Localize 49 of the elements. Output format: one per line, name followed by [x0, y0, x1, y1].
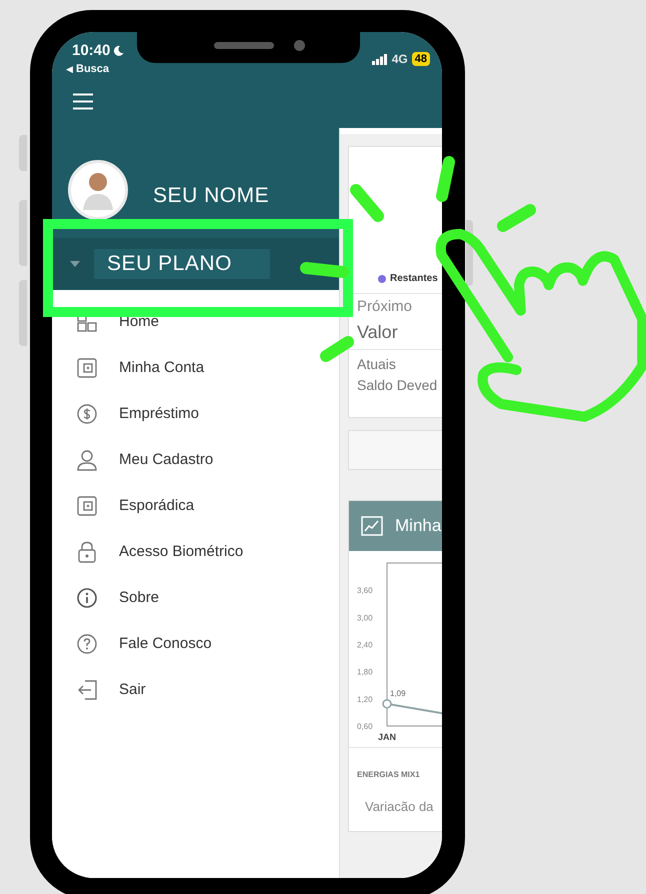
status-time: 10:40	[72, 41, 110, 61]
value-label: 1,09	[390, 688, 406, 698]
wallet-icon	[76, 495, 98, 517]
menu-item[interactable]: Meu Cadastro	[119, 448, 214, 472]
data-point	[382, 699, 392, 709]
y-tick-label: 3,60	[357, 586, 373, 596]
wallet-icon	[76, 357, 98, 379]
plan-selector[interactable]: SEU PLANO	[52, 238, 339, 290]
person-silhouette-icon	[81, 170, 115, 210]
menu-item[interactable]: Sair	[119, 678, 146, 702]
plan-name: SEU PLANO	[94, 249, 270, 279]
back-arrow[interactable]: ◀	[66, 62, 73, 76]
menu-item[interactable]: Empréstimo	[119, 402, 200, 426]
network-type: 4G	[392, 51, 408, 68]
back-link[interactable]: Busca	[76, 61, 110, 78]
info-icon	[76, 587, 98, 609]
user-icon	[76, 449, 98, 471]
value-label: Valor	[349, 318, 442, 350]
exit-icon	[76, 679, 98, 701]
legend-label: Restantes	[390, 272, 438, 286]
chart-caption: Variacão da	[364, 798, 434, 816]
x-tick-label: JAN	[378, 732, 396, 742]
menu-item[interactable]: Minha Conta	[119, 356, 204, 380]
dollar-icon	[76, 403, 98, 425]
balance-label: Saldo Deved	[356, 376, 438, 394]
menu-item[interactable]: Home	[119, 310, 160, 334]
y-tick-label: 0,60	[357, 722, 373, 731]
caret-icon	[70, 261, 80, 267]
lock-icon	[76, 541, 98, 563]
menu-item[interactable]: Acesso Biométrico	[119, 540, 244, 564]
y-tick-label: 3,00	[357, 613, 373, 622]
current-label: Atuais	[356, 354, 397, 374]
line-chart-icon	[361, 516, 383, 536]
fund-name: ENERGIAS MIX1	[357, 770, 420, 779]
y-tick-label: 2,40	[357, 640, 373, 650]
battery-level: 48	[412, 52, 430, 66]
y-tick-label: 1,20	[357, 694, 373, 704]
moon-icon	[113, 45, 124, 58]
menu-item[interactable]: Esporádica	[119, 494, 194, 518]
chart-title: Minha	[395, 515, 442, 538]
menu-item[interactable]: Sobre	[119, 586, 160, 610]
speaker-grille	[214, 42, 274, 49]
menu-item[interactable]: Fale Conosco	[119, 632, 212, 656]
signal-icon	[372, 54, 388, 64]
menu-icon[interactable]	[73, 93, 93, 110]
user-name: SEU NOME	[153, 183, 270, 209]
y-tick-label: 1,80	[357, 668, 373, 677]
next-label: Próximo	[356, 297, 414, 317]
help-icon	[76, 633, 98, 655]
